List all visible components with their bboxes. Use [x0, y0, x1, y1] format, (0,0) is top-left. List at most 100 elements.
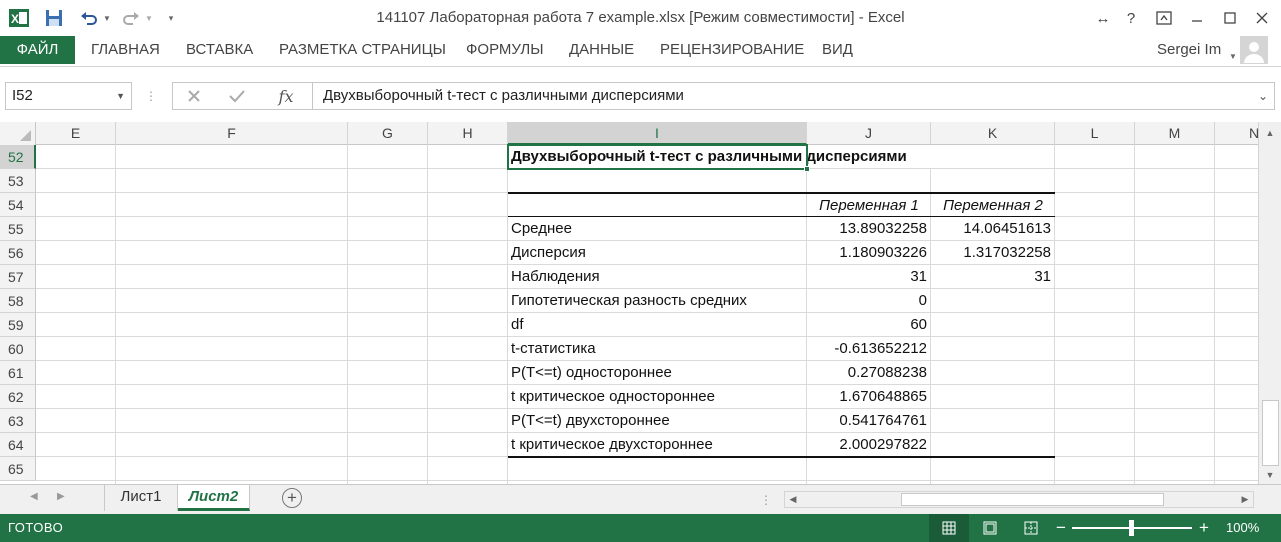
stat-value-1[interactable]: 13.89032258 — [807, 217, 931, 241]
add-sheet-icon[interactable]: + — [282, 488, 302, 508]
expand-formula-bar-icon[interactable]: ⌄ — [1258, 83, 1268, 109]
row-header-58[interactable]: 58 — [0, 289, 36, 313]
row-header-53[interactable]: 53 — [0, 169, 36, 193]
close-icon[interactable] — [1248, 6, 1276, 30]
stat-value-1[interactable]: 0.27088238 — [807, 361, 931, 385]
scroll-down-icon[interactable]: ▼ — [1259, 466, 1281, 484]
maximize-icon[interactable] — [1216, 6, 1244, 30]
tab-formulas[interactable]: ФОРМУЛЫ — [466, 36, 544, 64]
cancel-entry-icon[interactable] — [172, 82, 214, 110]
zoom-out-icon[interactable]: − — [1056, 514, 1066, 542]
stat-value-2[interactable]: 31 — [931, 265, 1055, 289]
stat-label[interactable]: P(T<=t) одностороннее — [511, 361, 672, 385]
scroll-up-icon[interactable]: ▲ — [1259, 124, 1281, 142]
stat-value-1[interactable]: 1.670648865 — [807, 385, 931, 409]
header-variable-1[interactable]: Переменная 1 — [807, 194, 931, 218]
fill-handle[interactable] — [804, 166, 810, 172]
tab-review[interactable]: РЕЦЕНЗИРОВАНИЕ — [660, 36, 804, 64]
stat-value-1[interactable]: 1.180903226 — [807, 241, 931, 265]
page-break-view-icon[interactable] — [1011, 514, 1051, 542]
scroll-left-icon[interactable]: ◀ — [785, 492, 801, 507]
stat-value-1[interactable]: 2.000297822 — [807, 433, 931, 457]
worksheet-grid[interactable]: E F G H I J K L M N 52 53 54 55 56 57 58… — [0, 122, 1258, 484]
sheet-prev-icon[interactable]: ◀ — [30, 491, 38, 502]
stat-label[interactable]: Наблюдения — [511, 265, 600, 289]
scroll-right-icon[interactable]: ▶ — [1237, 492, 1253, 507]
row-header-65[interactable]: 65 — [0, 457, 36, 481]
table-bottom-border — [508, 456, 1055, 458]
ribbon-display-icon[interactable]: ↔ — [1089, 6, 1117, 30]
vertical-scroll-thumb[interactable] — [1262, 400, 1279, 466]
select-all-corner[interactable] — [0, 122, 36, 145]
stat-value-1[interactable]: 0 — [807, 289, 931, 313]
column-header-l[interactable]: L — [1055, 122, 1135, 145]
column-header-g[interactable]: G — [348, 122, 428, 145]
column-header-f[interactable]: F — [116, 122, 348, 145]
zoom-in-icon[interactable]: + — [1199, 514, 1209, 542]
ribbon-options-icon[interactable] — [1150, 6, 1178, 30]
formula-input[interactable]: Двухвыборочный t-тест с различными диспе… — [312, 82, 1275, 110]
tab-data[interactable]: ДАННЫЕ — [569, 36, 634, 64]
active-cell-selection[interactable] — [507, 144, 808, 170]
sheet-next-icon[interactable]: ▶ — [57, 491, 65, 502]
row-header-54[interactable]: 54 — [0, 193, 36, 217]
stat-value-2[interactable]: 14.06451613 — [931, 217, 1055, 241]
user-name[interactable]: Sergei Im — [1157, 36, 1221, 64]
zoom-level[interactable]: 100% — [1226, 514, 1259, 542]
row-header-52[interactable]: 52 — [0, 145, 36, 169]
horizontal-scrollbar[interactable]: ◀ ▶ — [784, 491, 1254, 508]
stat-label[interactable]: t критическое двухстороннее — [511, 433, 713, 457]
column-header-i[interactable]: I — [508, 122, 807, 145]
row-header-59[interactable]: 59 — [0, 313, 36, 337]
row-header-57[interactable]: 57 — [0, 265, 36, 289]
stat-value-1[interactable]: 0.541764761 — [807, 409, 931, 433]
avatar[interactable] — [1240, 36, 1268, 64]
column-header-j[interactable]: J — [807, 122, 931, 145]
sheet-tab-1[interactable]: Лист1 — [104, 485, 178, 511]
tab-split-grip-icon[interactable]: ⋮ — [760, 488, 772, 512]
column-header-e[interactable]: E — [36, 122, 116, 145]
vertical-scrollbar[interactable]: ▲ ▼ — [1258, 122, 1281, 484]
stat-label[interactable]: t-статистика — [511, 337, 596, 361]
row-header-56[interactable]: 56 — [0, 241, 36, 265]
row-header-62[interactable]: 62 — [0, 385, 36, 409]
row-header-55[interactable]: 55 — [0, 217, 36, 241]
stat-label[interactable]: Среднее — [511, 217, 572, 241]
stat-label[interactable]: Дисперсия — [511, 241, 586, 265]
stat-value-2[interactable]: 1.317032258 — [931, 241, 1055, 265]
normal-view-icon[interactable] — [929, 514, 969, 542]
tab-home[interactable]: ГЛАВНАЯ — [91, 36, 160, 64]
stat-value-1[interactable]: 60 — [807, 313, 931, 337]
header-variable-2[interactable]: Переменная 2 — [931, 194, 1055, 218]
column-header-m[interactable]: M — [1135, 122, 1215, 145]
stat-value-1[interactable]: -0.613652212 — [807, 337, 931, 361]
help-icon[interactable]: ? — [1117, 6, 1145, 30]
name-box-dropdown-icon[interactable]: ▼ — [116, 83, 125, 109]
stat-label[interactable]: Гипотетическая разность средних — [511, 289, 747, 313]
tab-page-layout[interactable]: РАЗМЕТКА СТРАНИЦЫ — [279, 36, 446, 64]
name-box[interactable]: I52 ▼ — [5, 82, 132, 110]
tab-file[interactable]: ФАЙЛ — [0, 36, 75, 64]
stat-label[interactable]: P(T<=t) двухстороннее — [511, 409, 670, 433]
stat-label[interactable]: df — [511, 313, 524, 337]
column-header-n[interactable]: N — [1215, 122, 1258, 145]
stat-value-1[interactable]: 31 — [807, 265, 931, 289]
row-header-63[interactable]: 63 — [0, 409, 36, 433]
insert-function-icon[interactable]: fx — [260, 82, 312, 110]
tab-insert[interactable]: ВСТАВКА — [186, 36, 253, 64]
row-header-61[interactable]: 61 — [0, 361, 36, 385]
column-header-h[interactable]: H — [428, 122, 508, 145]
minimize-icon[interactable] — [1183, 6, 1211, 30]
user-dropdown-icon[interactable]: ▼ — [1228, 44, 1238, 68]
horizontal-scroll-thumb[interactable] — [901, 493, 1164, 506]
sheet-tab-2[interactable]: Лист2 — [178, 485, 250, 511]
zoom-slider-thumb[interactable] — [1129, 520, 1134, 536]
confirm-entry-icon[interactable] — [214, 82, 260, 110]
formula-content: Двухвыборочный t-тест с различными диспе… — [323, 87, 684, 104]
stat-label[interactable]: t критическое одностороннее — [511, 385, 715, 409]
column-header-k[interactable]: K — [931, 122, 1055, 145]
tab-view[interactable]: ВИД — [822, 36, 853, 64]
row-header-64[interactable]: 64 — [0, 433, 36, 457]
row-header-60[interactable]: 60 — [0, 337, 36, 361]
page-layout-view-icon[interactable] — [970, 514, 1010, 542]
